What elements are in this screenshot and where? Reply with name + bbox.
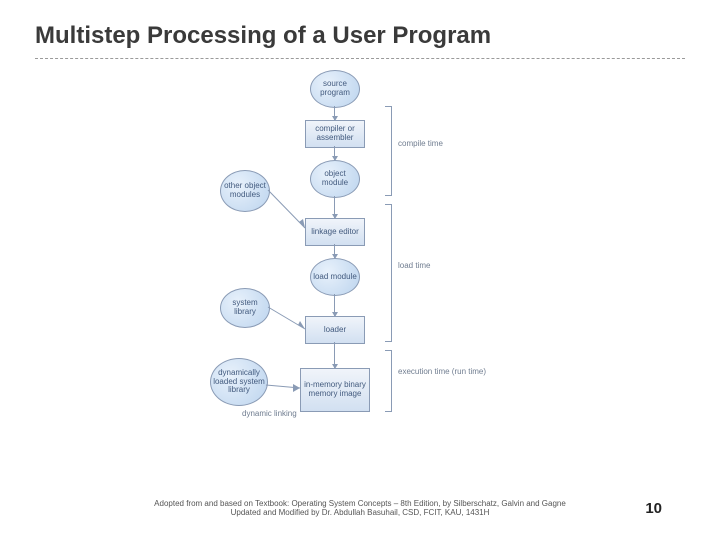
arrow bbox=[334, 106, 335, 120]
node-object: object module bbox=[310, 160, 360, 198]
arrow bbox=[334, 342, 335, 368]
node-syslib: system library bbox=[220, 288, 270, 328]
phase-exec: execution time (run time) bbox=[398, 368, 486, 377]
phase-compile: compile time bbox=[398, 140, 443, 149]
page-number: 10 bbox=[645, 500, 662, 517]
page-title: Multistep Processing of a User Program bbox=[35, 22, 491, 50]
arrow-diag bbox=[266, 381, 300, 393]
node-linker: linkage editor bbox=[305, 218, 365, 246]
footer-credits: Adopted from and based on Textbook: Oper… bbox=[0, 499, 720, 518]
node-source: source program bbox=[310, 70, 360, 108]
arrow-diag bbox=[268, 307, 305, 331]
node-loader: loader bbox=[305, 316, 365, 344]
node-dynlib: dynamically loaded system library bbox=[210, 358, 268, 406]
phase-load: load time bbox=[398, 262, 430, 271]
bracket-load bbox=[385, 204, 392, 342]
flow-diagram: source program compiler or assembler obj… bbox=[250, 70, 510, 490]
node-mem-image: in-memory binary memory image bbox=[300, 368, 370, 412]
arrow bbox=[334, 146, 335, 160]
footer-line1: Adopted from and based on Textbook: Oper… bbox=[154, 499, 566, 508]
bracket-exec bbox=[385, 350, 392, 412]
node-other-obj: other object modules bbox=[220, 170, 270, 212]
footer-line2: Updated and Modified by Dr. Abdullah Bas… bbox=[231, 508, 490, 517]
arrow bbox=[334, 294, 335, 316]
node-compiler: compiler or assembler bbox=[305, 120, 365, 148]
label-dynamic-linking: dynamic linking bbox=[242, 410, 297, 419]
title-divider bbox=[35, 58, 685, 59]
bracket-compile bbox=[385, 106, 392, 196]
arrow-diag bbox=[268, 190, 305, 230]
arrow bbox=[334, 244, 335, 258]
arrow bbox=[334, 196, 335, 218]
node-load-module: load module bbox=[310, 258, 360, 296]
